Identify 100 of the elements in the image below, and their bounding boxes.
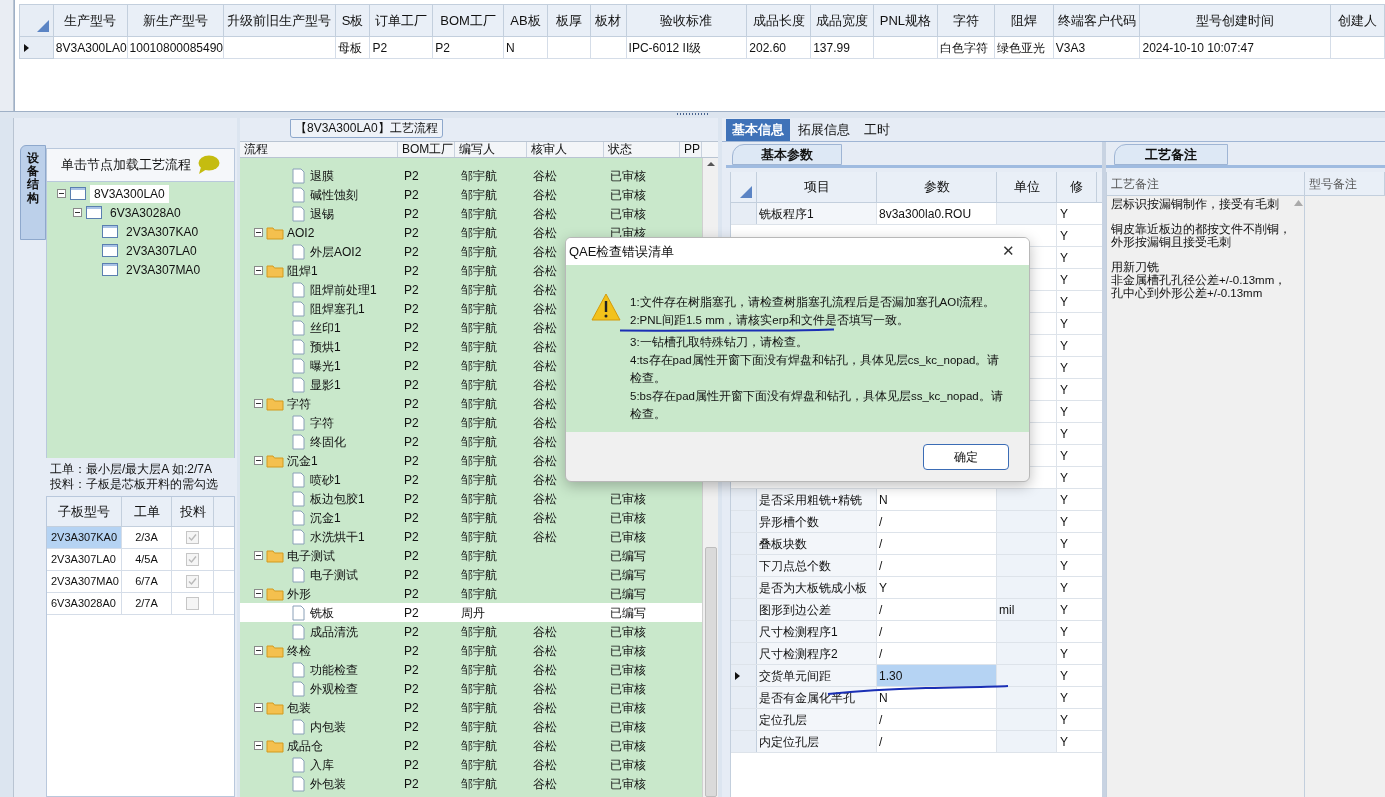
step-label: 终固化 [310,433,346,451]
author-cell: 邹宇航 [461,282,497,297]
step-label: 外包装 [310,775,346,793]
reviewer-cell: 谷松 [533,206,557,221]
reviewer-cell: 谷松 [533,225,557,240]
author-cell: 邹宇航 [461,472,497,487]
table-cell-text: Y [1059,359,1069,377]
author-cell: 邹宇航 [461,358,497,373]
factory-cell: P2 [404,415,419,430]
reviewer-cell: 谷松 [533,738,557,753]
step-label: 成品清洗 [310,623,358,641]
table-cell: 下刀点总个数 [757,555,877,576]
step-group-label: 终检 [287,642,311,660]
factory-cell: P2 [404,206,419,221]
column-header: 编写人 [459,142,495,156]
reviewer-cell: 谷松 [533,757,557,772]
author-cell: 邹宇航 [461,320,497,335]
step-label: 板边包胶1 [310,490,365,508]
factory-cell: P2 [404,377,419,392]
table-cell: 白色字符 [939,40,988,55]
table-cell-text: Y [1059,293,1069,311]
factory-cell: P2 [404,510,419,525]
reviewer-cell: 谷松 [533,643,557,658]
author-cell: 邹宇航 [461,643,497,658]
column-header: 型号创建时间 [1196,12,1275,28]
status-cell: 已审核 [610,738,646,753]
step-label: 字符 [310,414,334,432]
step-label: 水洗烘干1 [310,528,365,546]
step-label: 喷砂1 [310,471,341,489]
table-cell: N [506,40,515,55]
factory-cell: P2 [404,434,419,449]
column-header: 参数 [923,178,950,197]
table-cell-text: Y [1059,535,1069,553]
step-group-label: 电子测试 [287,547,335,565]
reviewer-cell: 谷松 [533,491,557,506]
column-header: PNL规格 [879,12,932,28]
author-cell: 邹宇航 [461,244,497,259]
dialog-title: QAE检查错误清单 [569,242,675,261]
column-header: 修 [1070,178,1083,197]
factory-cell: P2 [404,529,419,544]
table-cell-text: Y [1059,645,1069,663]
table-cell-text: Y [1059,249,1069,267]
table-cell-text: Y [1059,315,1069,333]
column-header: 板厚 [555,12,582,28]
reviewer-cell: 谷松 [533,396,557,411]
note-text: 铜皮靠近板边的都按文件不削铜，外形按漏铜且接受毛刺 [1111,223,1292,249]
table-cell-text: Y [1059,205,1069,223]
reviewer-cell: 谷松 [533,529,557,544]
column-header: 字符 [952,12,979,28]
column-header: 状态 [608,142,632,156]
table-cell-text: Y [1059,491,1069,509]
status-cell: 已审核 [610,187,646,202]
table-cell-text: Y [1059,381,1069,399]
status-cell: 已编写 [610,586,646,601]
factory-cell: P2 [404,643,419,658]
author-cell: 邹宇航 [461,776,497,791]
status-cell: 已审核 [610,776,646,791]
reviewer-cell: 谷松 [533,263,557,278]
table-cell: 10010800085490 [129,40,224,55]
column-header: 创建人 [1338,12,1378,28]
table-cell: 2024-10-10 10:07:47 [1142,40,1254,55]
reviewer-cell: 谷松 [533,510,557,525]
reviewer-cell: 谷松 [533,472,557,487]
factory-cell: P2 [404,681,419,696]
table-cell-text: 4/5A [135,552,158,568]
step-label: 外观检查 [310,680,358,698]
step-label: 预烘1 [310,338,341,356]
factory-cell: P2 [404,700,419,715]
step-group-label: 包装 [287,699,311,717]
error-message: 2:PNL间距1.5 mm，请核实erp和文件是否填写一致。 [630,313,910,328]
column-header: 工艺备注 [1111,175,1159,193]
factory-cell: P2 [404,624,419,639]
factory-cell: P2 [404,491,419,506]
author-cell: 邹宇航 [461,225,497,240]
reviewer-cell: 谷松 [533,358,557,373]
table-cell-text: Y [1059,667,1069,685]
factory-cell: P2 [404,738,419,753]
note-text: 用新刀铣 [1111,261,1160,274]
reviewer-cell: 谷松 [533,681,557,696]
step-label: 阻焊前处理1 [310,281,377,299]
step-label: 丝印1 [310,319,341,337]
step-label: 碱性蚀刻 [310,186,358,204]
table-cell-text: 2/3A [135,530,158,546]
factory-cell: P2 [404,339,419,354]
step-group-label: AOI2 [287,224,315,242]
author-cell: 邹宇航 [461,415,497,430]
author-cell: 邹宇航 [461,301,497,316]
author-cell: 周丹 [461,605,485,620]
author-cell: 邹宇航 [461,757,497,772]
step-group-label: 沉金1 [287,452,318,470]
reviewer-cell: 谷松 [533,282,557,297]
table-cell: 绿色亚光 [996,40,1045,55]
step-label: 功能检查 [310,661,358,679]
info-text: 投料：子板是芯板开料的需勾选 [50,477,219,492]
table-cell: 202.60 [749,40,787,55]
factory-cell: P2 [404,567,419,582]
reviewer-cell: 谷松 [533,415,557,430]
table-cell: 异形槽个数 [757,511,877,532]
step-label: 入库 [310,756,334,774]
reviewer-cell: 谷松 [533,453,557,468]
